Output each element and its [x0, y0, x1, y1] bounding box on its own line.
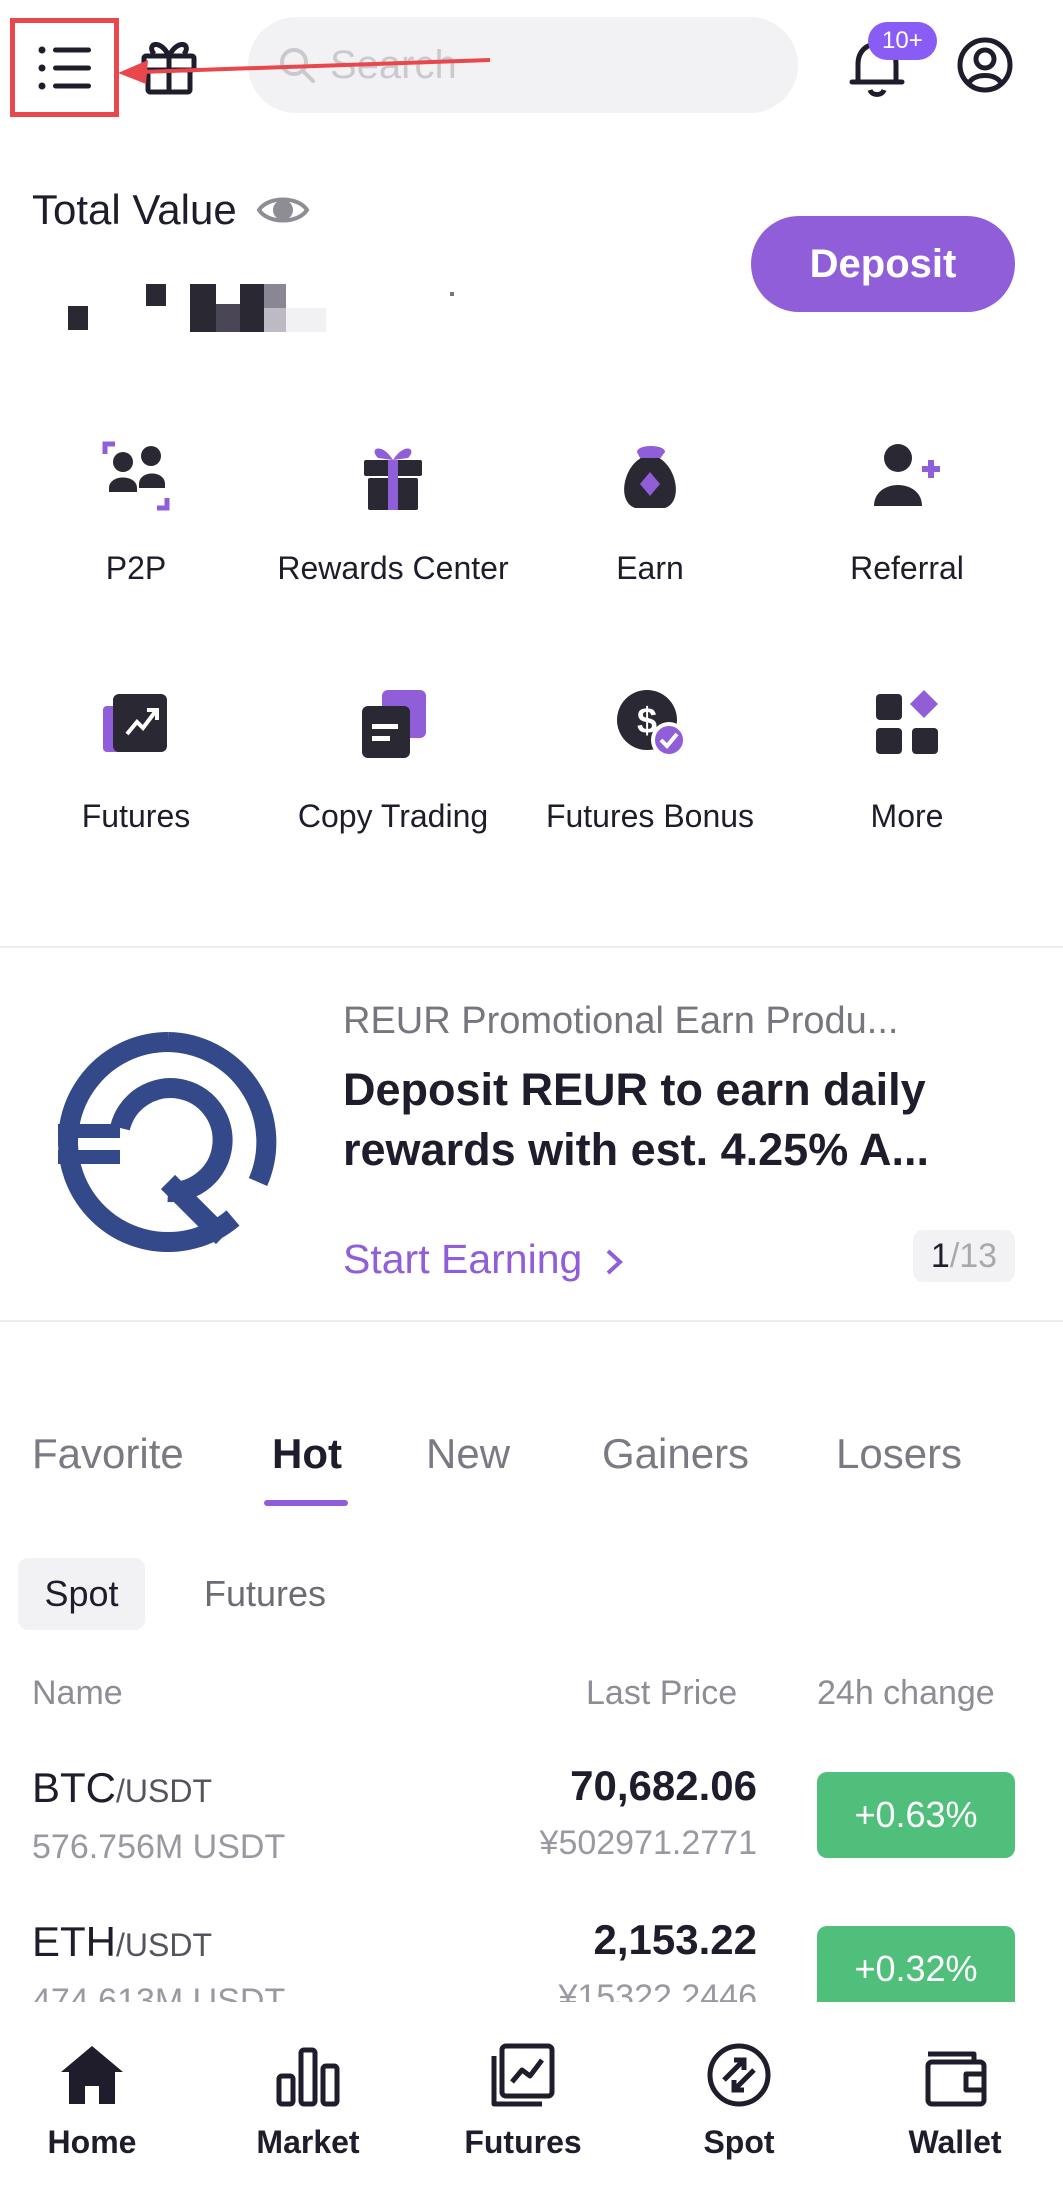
column-name: Name: [32, 1674, 123, 1712]
search-input[interactable]: Search: [248, 17, 798, 113]
futures-chart-icon: [103, 694, 167, 752]
quick-action-label: Copy Trading: [297, 798, 489, 834]
menu-button[interactable]: [10, 18, 119, 117]
dollar-check-icon: $: [617, 690, 685, 758]
quick-action-futures[interactable]: Futures: [8, 688, 264, 878]
nav-label: Market: [256, 2124, 360, 2160]
user-circle-icon: [957, 37, 1013, 93]
chevron-right-icon: [606, 1249, 623, 1275]
coin-pair: /USDT: [116, 1927, 212, 1963]
last-price: 2,153.22: [593, 1916, 758, 1963]
home-icon: [61, 2046, 123, 2104]
bar-chart-icon: [276, 2047, 340, 2107]
segment-spot[interactable]: Spot: [18, 1558, 145, 1630]
coin-symbol: BTC/USDT: [32, 1764, 212, 1812]
pager-total: /13: [949, 1236, 998, 1275]
nav-label: Home: [47, 2124, 137, 2160]
quick-action-rewards-center[interactable]: Rewards Center: [265, 440, 521, 630]
gift-box-icon: [364, 448, 422, 510]
copy-trading-icon: [362, 690, 426, 758]
quick-action-futures-bonus[interactable]: $ Futures Bonus: [522, 688, 778, 878]
quick-action-label: Futures Bonus: [545, 798, 755, 834]
toggle-visibility-button[interactable]: [256, 190, 310, 230]
start-earning-link[interactable]: Start Earning: [343, 1236, 624, 1283]
wallet-icon: [925, 2051, 987, 2107]
nav-spot[interactable]: Spot: [649, 2040, 829, 2161]
nav-label: Futures: [464, 2124, 582, 2160]
fiat-price: ¥502971.2771: [539, 1824, 757, 1862]
tab-gainers[interactable]: Gainers: [602, 1430, 749, 1478]
reur-logo: [58, 1032, 277, 1252]
money-bag-icon: [624, 446, 676, 508]
tab-hot[interactable]: Hot: [272, 1430, 342, 1478]
column-last-price: Last Price: [586, 1674, 738, 1712]
p2p-icon: [102, 441, 170, 511]
banner-pager: 1/13: [913, 1230, 1015, 1282]
spot-exchange-icon: [707, 2043, 771, 2107]
nav-home[interactable]: Home: [2, 2040, 182, 2161]
add-user-icon: [874, 444, 940, 506]
banner-title: Deposit REUR to earn daily rewards with …: [343, 1064, 930, 1175]
quick-action-referral[interactable]: Referral: [779, 440, 1035, 630]
active-tab-indicator: [264, 1500, 348, 1506]
pager-current: 1: [930, 1236, 950, 1275]
gift-button[interactable]: [140, 34, 198, 96]
nav-wallet[interactable]: Wallet: [865, 2040, 1045, 2161]
deposit-button[interactable]: Deposit: [751, 216, 1015, 312]
quick-action-label: Earn: [616, 550, 684, 586]
nav-market[interactable]: Market: [218, 2040, 398, 2161]
coin-volume: 576.756M USDT: [32, 1828, 286, 1866]
quick-action-label: Futures: [81, 798, 191, 834]
search-placeholder: Search: [330, 42, 457, 87]
futures-icon: [491, 2043, 555, 2107]
segment-futures[interactable]: Futures: [190, 1558, 340, 1630]
search-icon: [280, 48, 315, 83]
nav-label: Wallet: [908, 2124, 1002, 2160]
coin-symbol: ETH/USDT: [32, 1918, 212, 1966]
grid-more-icon: [876, 690, 938, 754]
tab-new[interactable]: New: [426, 1430, 510, 1478]
tab-losers[interactable]: Losers: [836, 1430, 962, 1478]
change-badge[interactable]: +0.32%: [817, 1926, 1015, 2002]
section-divider: [0, 1320, 1063, 1322]
eye-icon: [256, 197, 310, 223]
gift-icon: [141, 42, 197, 95]
fiat-price: ¥15322.2446: [558, 1978, 757, 2002]
masked-balance: [68, 284, 454, 332]
quick-action-p2p[interactable]: P2P: [8, 440, 264, 630]
tab-favorite[interactable]: Favorite: [32, 1430, 184, 1478]
banner-subtitle: REUR Promotional Earn Produ...: [343, 1000, 899, 1042]
profile-button[interactable]: [956, 36, 1014, 94]
notification-badge: 10+: [868, 22, 937, 60]
quick-action-label: Referral: [850, 550, 964, 586]
last-price: 70,682.06: [570, 1762, 757, 1809]
quick-action-label: More: [870, 798, 944, 834]
quick-action-earn[interactable]: Earn: [522, 440, 778, 630]
hamburger-menu-icon: [38, 46, 91, 89]
table-row[interactable]: ETH/USDT 474.613M USDT 2,153.22 ¥15322.2…: [0, 1894, 1063, 2002]
quick-action-label: Rewards Center: [277, 550, 509, 586]
quick-action-copy-trading[interactable]: Copy Trading: [265, 688, 521, 878]
coin-name: BTC: [32, 1764, 116, 1811]
change-badge[interactable]: +0.63%: [817, 1772, 1015, 1858]
coin-pair: /USDT: [116, 1773, 212, 1809]
quick-action-label: P2P: [105, 550, 167, 586]
nav-futures[interactable]: Futures: [433, 2040, 613, 2161]
coin-volume: 474.613M USDT: [32, 1982, 286, 2002]
column-24h-change: 24h change: [817, 1674, 995, 1712]
quick-action-more[interactable]: More: [779, 688, 1035, 878]
section-divider: [0, 946, 1063, 948]
coin-name: ETH: [32, 1918, 116, 1965]
nav-label: Spot: [703, 2124, 775, 2160]
table-row[interactable]: BTC/USDT 576.756M USDT 70,682.06 ¥502971…: [0, 1740, 1063, 1888]
market-list: BTC/USDT 576.756M USDT 70,682.06 ¥502971…: [0, 1740, 1063, 2002]
start-earning-label: Start Earning: [343, 1236, 583, 1282]
total-value-label: Total Value: [32, 186, 237, 233]
